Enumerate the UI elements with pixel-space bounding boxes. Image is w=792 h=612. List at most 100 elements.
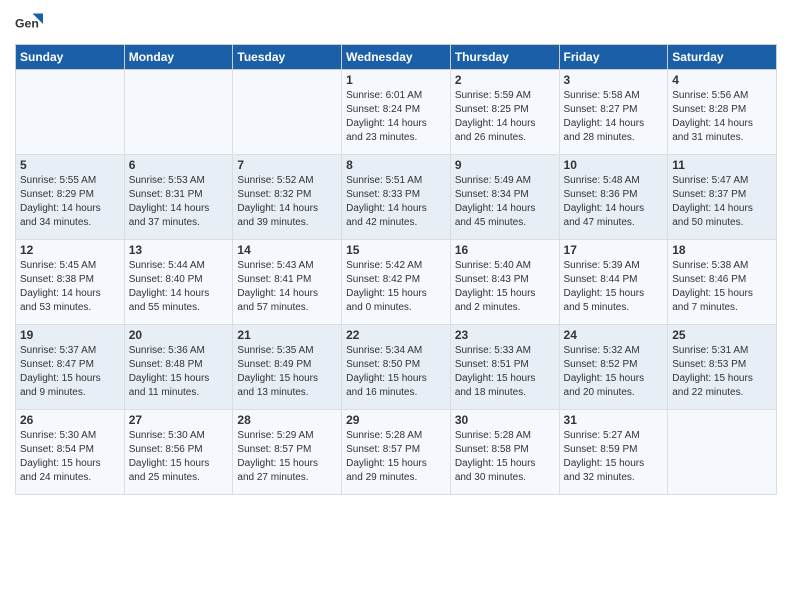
day-cell: 20Sunrise: 5:36 AM Sunset: 8:48 PM Dayli… bbox=[124, 325, 233, 410]
logo-icon: Gen bbox=[15, 10, 43, 38]
day-cell: 8 Sunrise: 5:51 AM Sunset: 8:33 PM Daylig… bbox=[342, 155, 451, 240]
day-cell: 2 Sunrise: 5:59 AM Sunset: 8:25 PM Daylig… bbox=[450, 70, 559, 155]
day-number: 19 bbox=[20, 328, 120, 342]
day-number: 30 bbox=[455, 413, 555, 427]
day-info: Sunrise: 5:48 AM Sunset: 8:36 PM Dayligh… bbox=[564, 174, 664, 230]
day-cell: 7 Sunrise: 5:52 AM Sunset: 8:32 PM Daylig… bbox=[233, 155, 342, 240]
day-cell: 23 Sunrise: 5:33 AM Sunset: 8:51 PM Dayli… bbox=[450, 325, 559, 410]
day-number: 22 bbox=[346, 328, 446, 342]
day-cell: 24 Sunrise: 5:32 AM Sunset: 8:52 PM Dayli… bbox=[559, 325, 668, 410]
day-cell bbox=[233, 70, 342, 155]
day-header-friday: Friday bbox=[559, 45, 668, 70]
day-info: Sunrise: 5:33 AM Sunset: 8:51 PM Dayligh… bbox=[455, 344, 555, 400]
week-row-4: 19 Sunrise: 5:37 AM Sunset: 8:47 PM Dayli… bbox=[16, 325, 777, 410]
day-info: Sunrise: 5:43 AM Sunset: 8:41 PM Dayligh… bbox=[237, 259, 337, 315]
day-info: Sunrise: 5:47 AM Sunset: 8:37 PM Dayligh… bbox=[672, 174, 772, 230]
day-header-saturday: Saturday bbox=[668, 45, 777, 70]
day-info: Sunrise: 5:56 AM Sunset: 8:28 PM Dayligh… bbox=[672, 89, 772, 145]
day-info: Sunrise: 5:27 AM Sunset: 8:59 PM Dayligh… bbox=[564, 429, 664, 485]
day-info: Sunrise: 5:44 AM Sunset: 8:40 PM Dayligh… bbox=[129, 259, 229, 315]
day-info: Sunrise: 5:52 AM Sunset: 8:32 PM Dayligh… bbox=[237, 174, 337, 230]
day-cell: 16Sunrise: 5:40 AM Sunset: 8:43 PM Dayli… bbox=[450, 240, 559, 325]
day-number: 20 bbox=[129, 328, 229, 342]
day-cell: 12 Sunrise: 5:45 AM Sunset: 8:38 PM Dayli… bbox=[16, 240, 125, 325]
day-info: Sunrise: 5:38 AM Sunset: 8:46 PM Dayligh… bbox=[672, 259, 772, 315]
day-info: Sunrise: 5:31 AM Sunset: 8:53 PM Dayligh… bbox=[672, 344, 772, 400]
day-number: 23 bbox=[455, 328, 555, 342]
day-cell bbox=[124, 70, 233, 155]
day-number: 3 bbox=[564, 73, 664, 87]
day-number: 5 bbox=[20, 158, 120, 172]
day-info: Sunrise: 5:34 AM Sunset: 8:50 PM Dayligh… bbox=[346, 344, 446, 400]
day-cell: 14 Sunrise: 5:43 AM Sunset: 8:41 PM Dayli… bbox=[233, 240, 342, 325]
day-cell: 1 Sunrise: 6:01 AM Sunset: 8:24 PM Daylig… bbox=[342, 70, 451, 155]
day-number: 10 bbox=[564, 158, 664, 172]
day-header-wednesday: Wednesday bbox=[342, 45, 451, 70]
day-cell: 11 Sunrise: 5:47 AM Sunset: 8:37 PM Dayli… bbox=[668, 155, 777, 240]
day-cell: 25Sunrise: 5:31 AM Sunset: 8:53 PM Dayli… bbox=[668, 325, 777, 410]
day-info: Sunrise: 5:30 AM Sunset: 8:56 PM Dayligh… bbox=[129, 429, 229, 485]
day-number: 28 bbox=[237, 413, 337, 427]
day-cell: 21 Sunrise: 5:35 AM Sunset: 8:49 PM Dayli… bbox=[233, 325, 342, 410]
svg-text:Gen: Gen bbox=[15, 17, 39, 31]
day-info: Sunrise: 6:01 AM Sunset: 8:24 PM Dayligh… bbox=[346, 89, 446, 145]
day-number: 7 bbox=[237, 158, 337, 172]
day-number: 15 bbox=[346, 243, 446, 257]
day-number: 21 bbox=[237, 328, 337, 342]
day-header-tuesday: Tuesday bbox=[233, 45, 342, 70]
day-cell: 5 Sunrise: 5:55 AM Sunset: 8:29 PM Daylig… bbox=[16, 155, 125, 240]
day-info: Sunrise: 5:53 AM Sunset: 8:31 PM Dayligh… bbox=[129, 174, 229, 230]
day-cell: 29Sunrise: 5:28 AM Sunset: 8:57 PM Dayli… bbox=[342, 410, 451, 495]
day-info: Sunrise: 5:37 AM Sunset: 8:47 PM Dayligh… bbox=[20, 344, 120, 400]
day-number: 11 bbox=[672, 158, 772, 172]
day-number: 4 bbox=[672, 73, 772, 87]
day-info: Sunrise: 5:40 AM Sunset: 8:43 PM Dayligh… bbox=[455, 259, 555, 315]
day-cell: 18 Sunrise: 5:38 AM Sunset: 8:46 PM Dayli… bbox=[668, 240, 777, 325]
header: Gen bbox=[15, 10, 777, 38]
day-info: Sunrise: 5:29 AM Sunset: 8:57 PM Dayligh… bbox=[237, 429, 337, 485]
day-info: Sunrise: 5:45 AM Sunset: 8:38 PM Dayligh… bbox=[20, 259, 120, 315]
week-row-2: 5 Sunrise: 5:55 AM Sunset: 8:29 PM Daylig… bbox=[16, 155, 777, 240]
day-info: Sunrise: 5:35 AM Sunset: 8:49 PM Dayligh… bbox=[237, 344, 337, 400]
day-info: Sunrise: 5:30 AM Sunset: 8:54 PM Dayligh… bbox=[20, 429, 120, 485]
day-cell: 17 Sunrise: 5:39 AM Sunset: 8:44 PM Dayli… bbox=[559, 240, 668, 325]
day-info: Sunrise: 5:32 AM Sunset: 8:52 PM Dayligh… bbox=[564, 344, 664, 400]
day-info: Sunrise: 5:51 AM Sunset: 8:33 PM Dayligh… bbox=[346, 174, 446, 230]
day-number: 1 bbox=[346, 73, 446, 87]
day-number: 8 bbox=[346, 158, 446, 172]
week-row-5: 26 Sunrise: 5:30 AM Sunset: 8:54 PM Dayli… bbox=[16, 410, 777, 495]
day-cell: 22 Sunrise: 5:34 AM Sunset: 8:50 PM Dayli… bbox=[342, 325, 451, 410]
day-number: 12 bbox=[20, 243, 120, 257]
day-number: 2 bbox=[455, 73, 555, 87]
day-number: 13 bbox=[129, 243, 229, 257]
day-number: 26 bbox=[20, 413, 120, 427]
day-cell: 28 Sunrise: 5:29 AM Sunset: 8:57 PM Dayli… bbox=[233, 410, 342, 495]
day-info: Sunrise: 5:28 AM Sunset: 8:58 PM Dayligh… bbox=[455, 429, 555, 485]
day-header-thursday: Thursday bbox=[450, 45, 559, 70]
day-cell bbox=[668, 410, 777, 495]
day-number: 14 bbox=[237, 243, 337, 257]
day-cell bbox=[16, 70, 125, 155]
day-number: 17 bbox=[564, 243, 664, 257]
day-number: 29 bbox=[346, 413, 446, 427]
day-info: Sunrise: 5:39 AM Sunset: 8:44 PM Dayligh… bbox=[564, 259, 664, 315]
day-cell: 9Sunrise: 5:49 AM Sunset: 8:34 PM Daylig… bbox=[450, 155, 559, 240]
day-number: 9 bbox=[455, 158, 555, 172]
day-header-sunday: Sunday bbox=[16, 45, 125, 70]
day-cell: 4 Sunrise: 5:56 AM Sunset: 8:28 PM Daylig… bbox=[668, 70, 777, 155]
week-row-3: 12 Sunrise: 5:45 AM Sunset: 8:38 PM Dayli… bbox=[16, 240, 777, 325]
day-cell: 26 Sunrise: 5:30 AM Sunset: 8:54 PM Dayli… bbox=[16, 410, 125, 495]
day-cell: 19 Sunrise: 5:37 AM Sunset: 8:47 PM Dayli… bbox=[16, 325, 125, 410]
day-info: Sunrise: 5:55 AM Sunset: 8:29 PM Dayligh… bbox=[20, 174, 120, 230]
day-number: 18 bbox=[672, 243, 772, 257]
day-cell: 6Sunrise: 5:53 AM Sunset: 8:31 PM Daylig… bbox=[124, 155, 233, 240]
day-cell: 30 Sunrise: 5:28 AM Sunset: 8:58 PM Dayli… bbox=[450, 410, 559, 495]
day-info: Sunrise: 5:42 AM Sunset: 8:42 PM Dayligh… bbox=[346, 259, 446, 315]
day-info: Sunrise: 5:59 AM Sunset: 8:25 PM Dayligh… bbox=[455, 89, 555, 145]
day-header-monday: Monday bbox=[124, 45, 233, 70]
day-number: 24 bbox=[564, 328, 664, 342]
day-number: 27 bbox=[129, 413, 229, 427]
day-cell: 10 Sunrise: 5:48 AM Sunset: 8:36 PM Dayli… bbox=[559, 155, 668, 240]
day-cell: 31Sunrise: 5:27 AM Sunset: 8:59 PM Dayli… bbox=[559, 410, 668, 495]
day-cell: 3Sunrise: 5:58 AM Sunset: 8:27 PM Daylig… bbox=[559, 70, 668, 155]
